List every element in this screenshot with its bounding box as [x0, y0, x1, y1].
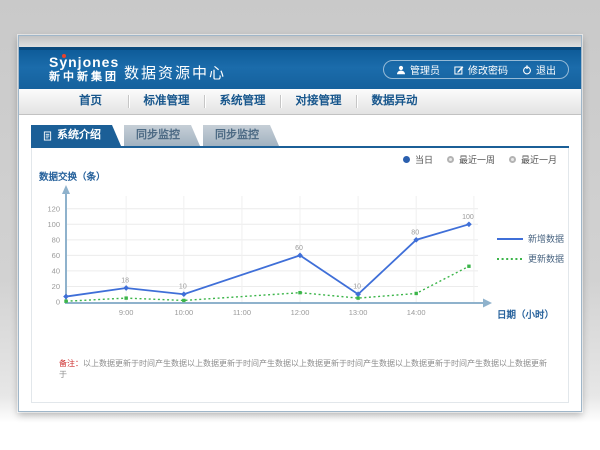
y-tick-label: 100 — [47, 220, 60, 229]
data-point — [466, 221, 472, 227]
note-prefix: 备注： — [59, 359, 83, 368]
filter-label: 当日 — [415, 153, 433, 166]
edit-icon — [454, 65, 464, 75]
data-point-label: 100 — [462, 214, 474, 221]
data-point-label: 10 — [353, 284, 361, 291]
tab-system-intro[interactable]: 系统介绍 — [31, 125, 121, 146]
window-top-strip — [19, 36, 581, 47]
user-label: 管理员 — [410, 62, 440, 77]
y-axis-arrow-icon — [62, 185, 70, 194]
tab-label: 同步监控 — [215, 125, 259, 146]
x-tick-label: 12:00 — [291, 308, 310, 317]
logout-label: 退出 — [536, 62, 556, 77]
chart-range-filters: 当日 最近一周 最近一月 — [403, 153, 557, 166]
data-point — [415, 292, 418, 295]
document-icon — [43, 131, 52, 141]
app-window: Synjones 新中新集团 数据资源中心 管理员 修改密码 — [18, 35, 582, 412]
radio-icon — [509, 156, 516, 163]
nav-item-interface-mgmt[interactable]: 对接管理 — [281, 89, 356, 114]
x-tick-label: 14:00 — [407, 308, 426, 317]
filter-label: 最近一周 — [459, 153, 495, 166]
nav-item-system-mgmt[interactable]: 系统管理 — [205, 89, 280, 114]
tab-sync-monitor-2[interactable]: 同步监控 — [203, 125, 279, 146]
x-tick-label: 11:00 — [233, 308, 251, 317]
x-tick-label: 10:00 — [174, 308, 193, 317]
tab-sync-monitor-1[interactable]: 同步监控 — [124, 125, 200, 146]
logo-red-dot-icon — [62, 54, 66, 58]
data-point-label: 18 — [121, 278, 129, 285]
legend-label: 更新数据 — [528, 253, 564, 264]
nav-item-home[interactable]: 首页 — [53, 89, 128, 114]
company-logo: Synjones 新中新集团 — [49, 55, 119, 84]
y-tick-label: 80 — [52, 235, 60, 244]
main-nav: 首页 标准管理 系统管理 对接管理 数据异动 — [19, 89, 581, 115]
y-tick-label: 60 — [52, 251, 60, 260]
y-tick-label: 40 — [52, 266, 60, 275]
data-point — [298, 291, 301, 294]
nav-item-data-change[interactable]: 数据异动 — [357, 89, 432, 114]
y-tick-label: 0 — [56, 298, 60, 307]
data-point-label: 60 — [295, 245, 303, 252]
page-title: 数据资源中心 — [124, 62, 226, 83]
app-header: Synjones 新中新集团 数据资源中心 管理员 修改密码 — [19, 47, 581, 89]
radio-icon — [447, 156, 454, 163]
footer-note: 备注：以上数据更新于时间产生数据以上数据更新于时间产生数据以上数据更新于时间产生… — [59, 358, 551, 380]
exchange-line-chart: 0 20 40 60 80 100 120 9:00 10:00 11:00 12:00 13:00 1… — [33, 166, 569, 358]
data-point — [64, 300, 67, 303]
x-axis-title: 日期（小时） — [497, 309, 554, 321]
chart-filter-last-week[interactable]: 最近一周 — [447, 153, 495, 166]
x-tick-label: 13:00 — [349, 308, 368, 317]
line-chart-svg: 0 20 40 60 80 100 120 9:00 10:00 11:00 12:00 13:00 1… — [33, 166, 569, 358]
logo-subtitle: 新中新集团 — [49, 70, 119, 84]
data-point — [356, 296, 359, 299]
data-point-label: 80 — [411, 229, 419, 236]
data-point — [63, 294, 69, 300]
x-tick-label: 9:00 — [119, 308, 134, 317]
nav-item-standard-mgmt[interactable]: 标准管理 — [129, 89, 204, 114]
filter-label: 最近一月 — [521, 153, 557, 166]
x-axis-arrow-icon — [483, 299, 492, 308]
chart-filter-today[interactable]: 当日 — [403, 153, 433, 166]
user-toolbar: 管理员 修改密码 退出 — [383, 60, 569, 79]
change-password-label: 修改密码 — [468, 62, 508, 77]
logo-text: Synjones — [49, 55, 119, 70]
tab-bar: 系统介绍 同步监控 同步监控 — [31, 125, 282, 146]
y-tick-label: 120 — [47, 204, 60, 213]
data-point-label: 10 — [179, 284, 187, 291]
radio-icon — [403, 156, 410, 163]
data-point — [467, 265, 470, 268]
legend-label: 新增数据 — [528, 233, 564, 244]
user-icon — [396, 65, 406, 75]
logout-button[interactable]: 退出 — [522, 62, 556, 77]
chart-filter-last-month[interactable]: 最近一月 — [509, 153, 557, 166]
tab-label: 系统介绍 — [57, 125, 101, 146]
current-user-button[interactable]: 管理员 — [396, 62, 440, 77]
data-point — [124, 296, 127, 299]
tab-label: 同步监控 — [136, 125, 180, 146]
change-password-button[interactable]: 修改密码 — [454, 62, 508, 77]
power-icon — [522, 65, 532, 75]
y-tick-label: 20 — [52, 282, 60, 291]
data-point — [182, 299, 185, 302]
note-text: 以上数据更新于时间产生数据以上数据更新于时间产生数据以上数据更新于时间产生数据以… — [59, 359, 547, 379]
y-axis-title: 数据交换（条） — [38, 171, 106, 183]
data-point — [181, 291, 187, 297]
